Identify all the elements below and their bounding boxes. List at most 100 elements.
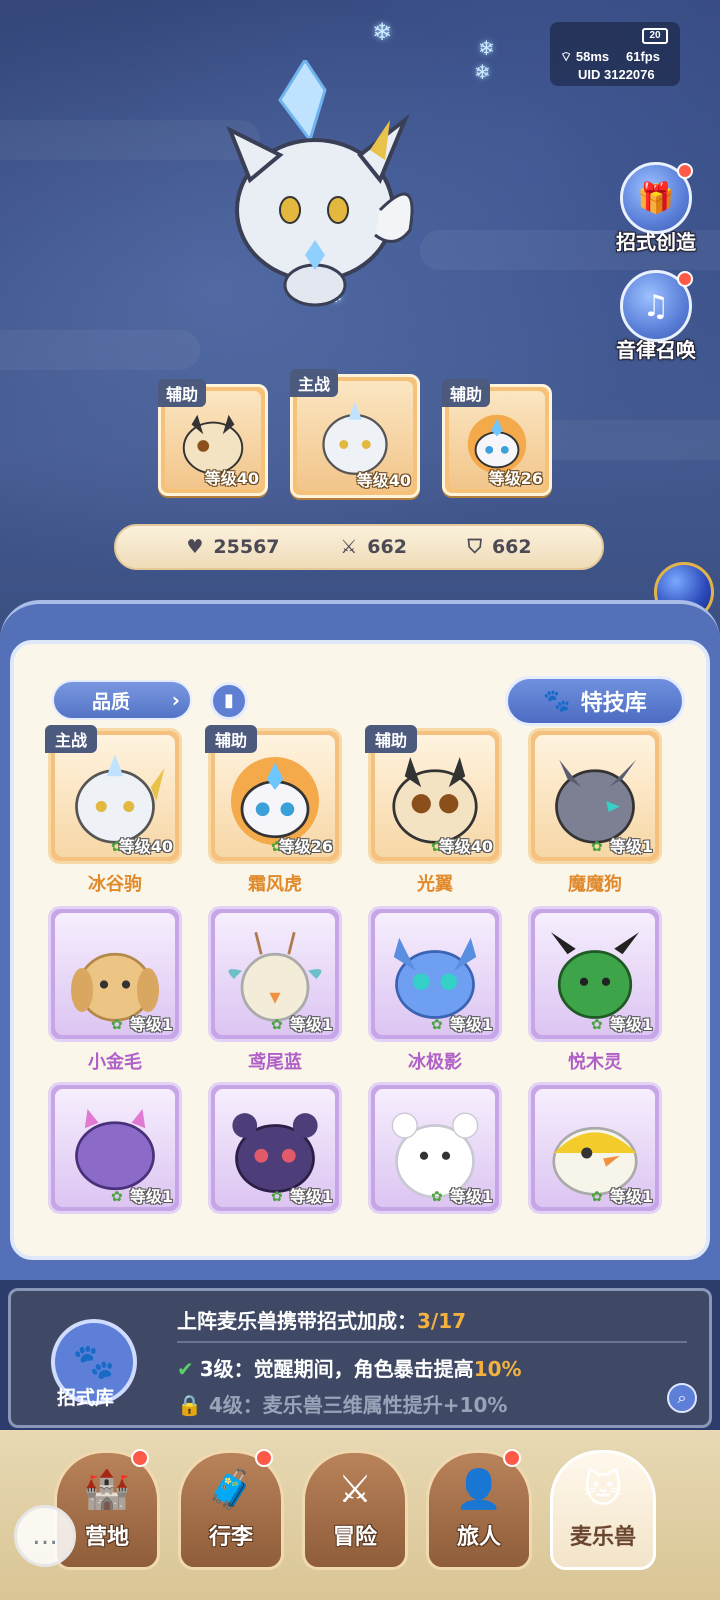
ping-value: 58ms [575,49,610,64]
melody-summon-button[interactable]: ♫ 音律召唤 [606,270,706,363]
bonus-progress: 3/17 [417,1309,467,1333]
team-level: 等级40 [204,469,259,488]
team-role-tag: 主战 [290,369,339,397]
creature-level: 等级1 [289,1187,333,1206]
hp-value: 25567 [213,536,280,558]
nav-creatures[interactable]: 🐱 麦乐兽 [550,1450,656,1570]
creature-card[interactable]: ✿ 等级1 [528,728,662,864]
music-box-icon: 🎁 [637,180,675,216]
notification-dot [255,1449,273,1467]
sprout-icon: ✿ [591,839,603,855]
skill-create-button[interactable]: 🎁 招式创造 [606,162,706,255]
skill-library-label: 特技库 [580,691,647,716]
creature-level: 等级1 [129,1015,173,1034]
nav-luggage[interactable]: 🧳 行李 [178,1449,284,1570]
creature-name: 霜风虎 [248,874,302,895]
creature-card[interactable]: ✿ 等级1 [528,906,662,1042]
creature-name: 光翼 [417,874,453,895]
skill-bonus-panel: 🐾 招式库 上阵麦乐兽携带招式加成：3/17 ✔ 3级：觉醒期间，角色暴击提高10… [8,1288,712,1428]
crossed-swords-icon: ⚔ [340,536,358,558]
sprout-icon: ✿ [431,1189,443,1205]
bonus-level-3-text: 3级：觉醒期间，角色暴击提高 [199,1357,474,1381]
creature-card[interactable]: ✿ 等级1 [528,1082,662,1214]
status-overlay: 20 ⌔ 58ms 61fps UID 3122076 [550,22,680,86]
sprout-icon: ✿ [591,1189,603,1205]
bonus-level-4: 🔒 4级：麦乐兽三维属性提升+10% [177,1389,507,1418]
chest-icon: 🧳 [207,1467,255,1511]
chat-bubble-icon[interactable]: … [14,1505,76,1567]
team-role-tag: 辅助 [158,379,207,407]
creature-level: 等级1 [609,837,653,856]
sprout-icon: ✿ [591,1017,603,1033]
quality-filter-dropdown[interactable]: 品质 › [52,680,192,720]
creature-level: 等级26 [278,837,333,856]
uid-text: UID 3122076 [578,67,655,82]
creature-level: 等级1 [449,1015,493,1034]
creature-name: 魔魔狗 [568,874,622,895]
skill-library-shortcut-label: 招式库 [57,1387,115,1409]
snowflake-icon: ❄ [478,36,495,60]
notification-dot [131,1449,149,1467]
nav-luggage-label: 行李 [208,1525,253,1550]
lyre-icon: ♫ [642,288,670,324]
team-slot-support-1[interactable]: 辅助 等级40 [158,379,268,496]
magnifier-icon[interactable]: ⌕ [667,1383,697,1413]
nav-traveler-label: 旅人 [456,1525,501,1550]
creature-card[interactable]: 辅助 ✿ 等级40 [365,725,502,864]
wifi-icon: ⌔ [560,49,573,64]
lock-icon: 🔒 [177,1393,202,1417]
team-level: 等级26 [488,469,543,488]
book-icon[interactable]: ▮ [210,682,248,720]
crossed-swords-icon: ⚔ [337,1467,373,1511]
creature-card[interactable]: ✿ 等级1 [368,906,502,1042]
nav-adventure-label: 冒险 [332,1525,377,1550]
defense-value: 662 [491,536,532,558]
creature-card[interactable]: ✿ 等级1 [48,906,182,1042]
sprout-icon: ✿ [111,1017,123,1033]
creature-name: 悦木灵 [568,1052,622,1073]
creature-level: 等级1 [449,1187,493,1206]
skill-library-button[interactable]: 🐾 特技库 [505,676,685,726]
creature-card[interactable]: ✿ 等级1 [208,1082,342,1214]
attack-value: 662 [367,536,407,558]
creature-card[interactable]: ✿ 等级1 [208,906,342,1042]
battle-scene: ❄ ❄ ❄ ✱ 20 ⌔ 58ms 61fps UID 3122076 🎁 招式… [0,0,720,640]
paw-shield-icon: 🐾 [72,1342,116,1382]
sprout-icon: ✿ [271,1017,283,1033]
creature-name: 小金毛 [88,1052,142,1073]
nav-adventure[interactable]: ⚔ 冒险 [302,1450,408,1570]
creature-card[interactable]: 主战 ✿ 等级40 [45,725,182,864]
creature-level: 等级40 [438,837,493,856]
bonus-level-3-percent: 10% [473,1357,522,1381]
role-tag: 辅助 [365,725,418,753]
castle-icon: 🏰 [83,1467,131,1511]
bonus-level-3: ✔ 3级：觉醒期间，角色暴击提高10% [177,1353,522,1382]
active-creature-model[interactable] [210,60,420,310]
nav-traveler[interactable]: 👤 旅人 [426,1449,532,1570]
creature-level: 等级1 [129,1187,173,1206]
bonus-title-text: 上阵麦乐兽携带招式加成： [177,1309,417,1333]
creature-card[interactable]: 辅助 ✿ 等级26 [205,725,342,864]
paw-icon: 🐾 [543,688,571,714]
team-slot-main[interactable]: 主战 等级40 [290,369,420,498]
team-level: 等级40 [356,471,411,490]
creature-level: 等级40 [118,837,173,856]
creature-card[interactable]: ✿ 等级1 [48,1082,182,1214]
battery-icon: 20 [642,28,668,44]
role-tag: 辅助 [205,725,258,753]
notification-dot [677,163,693,179]
bonus-title: 上阵麦乐兽携带招式加成：3/17 [177,1305,466,1334]
snowflake-icon: ❄ [372,18,393,46]
creature-card[interactable]: ✿ 等级1 [368,1082,502,1214]
team-role-tag: 辅助 [442,379,491,407]
team-stats-bar: ♥ 25567 ⚔ 662 ⛉ 662 [114,524,604,570]
checkmark-icon: ✔ [177,1357,194,1381]
team-slot-support-2[interactable]: 辅助 等级26 [442,379,552,496]
sprout-icon: ✿ [431,1017,443,1033]
divider [177,1341,687,1343]
bottom-navigation: 🏰 营地 🧳 行李 ⚔ 冒险 👤 旅人 🐱 麦乐兽 [0,1430,720,1600]
creature-name: 鸢尾蓝 [248,1052,302,1073]
heart-icon: ♥ [186,536,204,558]
quality-filter-label: 品质 [92,690,131,713]
team-lineup: 辅助 等级40 主战 等级40 辅助 等级26 [0,369,720,510]
